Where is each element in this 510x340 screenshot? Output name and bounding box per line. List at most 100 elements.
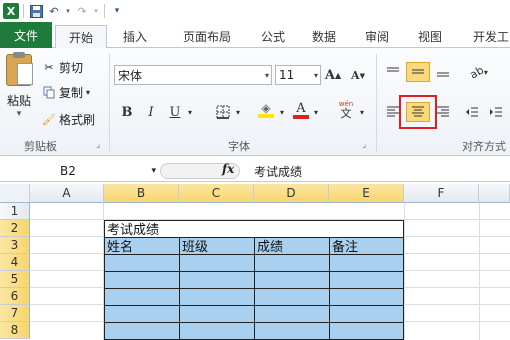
- tab-home[interactable]: 开始: [55, 25, 107, 49]
- excel-logo-icon: X: [3, 3, 19, 19]
- align-bottom-icon: [437, 72, 449, 77]
- paste-label: 粘贴: [6, 94, 31, 108]
- row-header-6[interactable]: 6: [0, 288, 30, 305]
- tab-insert[interactable]: 插入: [112, 25, 158, 48]
- column-header-d[interactable]: D: [254, 184, 329, 203]
- fill-color-bar: [258, 114, 274, 118]
- fill-color-button[interactable]: ◈: [256, 100, 276, 120]
- border-dropdown-icon[interactable]: ▾: [234, 102, 242, 122]
- font-name-value: 宋体: [118, 68, 143, 83]
- column-header-a[interactable]: A: [30, 184, 104, 203]
- insert-function-button[interactable]: fx: [222, 162, 234, 176]
- underline-button[interactable]: U: [166, 102, 184, 122]
- border-button[interactable]: [214, 102, 232, 122]
- chevron-down-icon: ▾: [264, 70, 269, 80]
- row-header-8[interactable]: 8: [0, 322, 30, 339]
- tab-developer[interactable]: 开发工: [466, 25, 510, 48]
- phonetic-dropdown-icon[interactable]: ▾: [358, 102, 366, 122]
- customize-icon[interactable]: ▾: [109, 3, 125, 19]
- shrink-font-icon: A: [351, 68, 360, 82]
- font-name-select[interactable]: 宋体 ▾: [114, 65, 272, 85]
- separator: [104, 4, 105, 18]
- undo-icon[interactable]: ↶: [46, 3, 62, 19]
- font-size-value: 11: [279, 68, 295, 82]
- ribbon-tab-bar: 文件 开始 插入 页面布局 公式 数据 审阅 视图 开发工: [0, 22, 510, 49]
- phonetic-button[interactable]: wén 文: [336, 100, 356, 120]
- align-top-button[interactable]: [382, 62, 404, 82]
- row-header-7[interactable]: 7: [0, 305, 30, 322]
- row-header-5[interactable]: 5: [0, 271, 30, 288]
- undo-dropdown-icon[interactable]: ▾: [64, 3, 72, 19]
- tab-file[interactable]: 文件: [0, 22, 52, 48]
- font-group-label: 字体: [228, 140, 250, 153]
- font-color-dropdown-icon[interactable]: ▾: [312, 102, 320, 122]
- chevron-down-icon: ▾: [151, 166, 156, 176]
- font-size-select[interactable]: 11 ▾: [275, 65, 321, 85]
- font-launcher-icon[interactable]: ⌟: [362, 136, 366, 154]
- column-header-b[interactable]: B: [104, 184, 179, 203]
- row-header-2[interactable]: 2: [0, 220, 30, 237]
- tab-page-layout[interactable]: 页面布局: [170, 25, 244, 48]
- copy-label: 复制: [59, 85, 84, 100]
- save-icon[interactable]: [28, 3, 44, 19]
- paste-dropdown-icon[interactable]: ▾: [17, 109, 22, 119]
- formula-input[interactable]: 考试成绩: [254, 163, 302, 180]
- phonetic-char-icon: 文: [340, 107, 352, 120]
- row-header-3[interactable]: 3: [0, 237, 30, 254]
- shrink-font-button[interactable]: A ▼: [350, 65, 366, 85]
- underline-icon: U: [169, 104, 181, 120]
- fill-dropdown-icon[interactable]: ▾: [278, 102, 286, 122]
- cut-button[interactable]: ✂ 剪切: [42, 58, 83, 76]
- format-painter-button[interactable]: 🖌 格式刷: [42, 110, 95, 128]
- font-color-button[interactable]: A: [292, 100, 310, 120]
- worksheet-grid[interactable]: A B C D E F 1 2 3 4 5 6 7 8 考试成绩 姓名 班级 成…: [0, 184, 510, 340]
- orientation-button[interactable]: ab ▾: [466, 62, 492, 82]
- italic-icon: I: [148, 104, 154, 120]
- select-all-button[interactable]: [0, 184, 30, 203]
- cell-e3[interactable]: 备注: [330, 237, 402, 255]
- decrease-indent-button[interactable]: [462, 102, 482, 122]
- align-middle-button[interactable]: [406, 62, 430, 82]
- tab-data[interactable]: 数据: [303, 25, 345, 48]
- bold-button[interactable]: B: [118, 102, 136, 122]
- increase-indent-button[interactable]: [486, 102, 506, 122]
- tab-review[interactable]: 审阅: [356, 25, 398, 48]
- cell-c3[interactable]: 班级: [180, 237, 252, 255]
- clipboard-launcher-icon[interactable]: ⌟: [96, 136, 100, 154]
- align-middle-icon: [412, 69, 424, 74]
- cell-d3[interactable]: 成绩: [255, 237, 327, 255]
- copy-dropdown-icon[interactable]: ▾: [86, 88, 90, 97]
- italic-button[interactable]: I: [142, 102, 160, 122]
- orientation-icon: ab: [467, 62, 487, 82]
- underline-dropdown-icon[interactable]: ▾: [186, 102, 194, 122]
- increase-indent-icon: [490, 107, 502, 117]
- name-box[interactable]: B2 ▾: [0, 161, 156, 181]
- column-header-e[interactable]: E: [329, 184, 404, 203]
- format-painter-label: 格式刷: [59, 112, 96, 127]
- copy-button[interactable]: 复制 ▾: [42, 83, 90, 101]
- paste-icon: [6, 52, 33, 86]
- paste-button[interactable]: 粘贴 ▾: [2, 52, 36, 134]
- align-bottom-button[interactable]: [432, 62, 454, 82]
- row-header-4[interactable]: 4: [0, 254, 30, 271]
- bold-icon: B: [121, 104, 133, 120]
- alignment-group-label: 对齐方式: [462, 140, 506, 153]
- grow-font-button[interactable]: A ▲: [325, 65, 341, 85]
- tab-view[interactable]: 视图: [409, 25, 451, 48]
- brush-icon: 🖌: [42, 112, 56, 126]
- cell-b2[interactable]: 考试成绩: [105, 220, 225, 238]
- column-header-g[interactable]: [479, 184, 510, 203]
- group-separator: [109, 54, 110, 152]
- grow-font-icon: A: [324, 67, 335, 83]
- tab-formulas[interactable]: 公式: [252, 25, 294, 48]
- cut-label: 剪切: [59, 60, 84, 75]
- row-header-1[interactable]: 1: [0, 203, 30, 220]
- cell-b3[interactable]: 姓名: [105, 237, 177, 255]
- column-header-c[interactable]: C: [179, 184, 254, 203]
- down-arrow-icon: ▼: [359, 70, 365, 80]
- redo-icon[interactable]: ↷: [74, 3, 90, 19]
- redo-dropdown-icon[interactable]: ▾: [92, 3, 100, 19]
- column-header-f[interactable]: F: [404, 184, 479, 203]
- scissors-icon: ✂: [44, 60, 54, 74]
- copy-icon: [42, 85, 56, 99]
